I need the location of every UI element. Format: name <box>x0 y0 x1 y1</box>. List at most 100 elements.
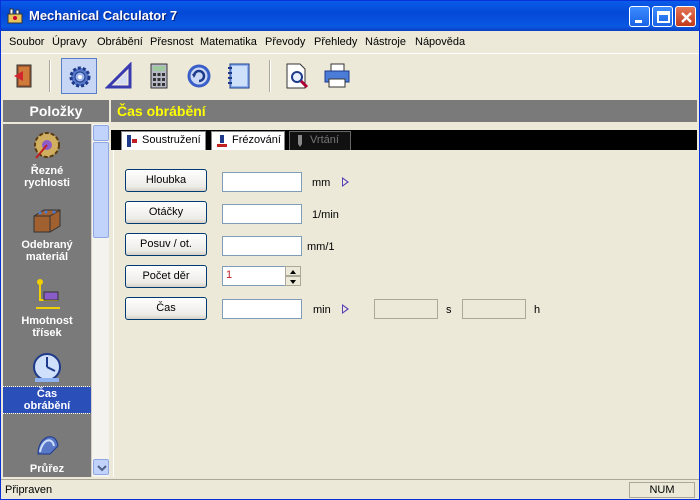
left-panel-scrollbar[interactable] <box>91 124 109 477</box>
pocet-der-spinner[interactable] <box>285 266 301 286</box>
scroll-down-button[interactable] <box>93 459 109 475</box>
tab-label: Frézování <box>232 134 281 146</box>
hloubka-field[interactable] <box>222 172 302 192</box>
print-preview-icon <box>286 63 309 89</box>
spin-down-button[interactable] <box>285 276 301 286</box>
pocet-der-field[interactable]: 1 <box>222 266 286 286</box>
toolbar <box>1 53 699 99</box>
tab-strip: Soustružení Frézování Vrtání <box>111 130 697 150</box>
left-item-label: třísek <box>32 327 62 339</box>
exit-icon <box>14 64 32 88</box>
chevron-down-icon <box>97 465 107 472</box>
main-window: Mechanical Calculator 7 Soubor Úpravy Ob… <box>0 0 700 500</box>
section-title: Čas obrábění <box>111 100 697 122</box>
status-bar: Připraven NUM <box>1 479 699 499</box>
calculator-icon <box>150 63 168 89</box>
cas-seconds-field <box>374 299 438 319</box>
left-item-rezne-rychlosti[interactable]: Řezné rychlosti <box>3 128 91 189</box>
title-bar[interactable]: Mechanical Calculator 7 <box>1 1 699 31</box>
posuv-field[interactable] <box>222 236 302 256</box>
exit-button[interactable] <box>7 58 43 94</box>
cas-unit-min: min <box>313 304 331 316</box>
spin-up-button[interactable] <box>285 266 301 276</box>
close-button[interactable] <box>675 6 696 27</box>
menu-upravy[interactable]: Úpravy <box>52 36 87 48</box>
triangle-icon <box>105 62 132 89</box>
minimize-button[interactable] <box>629 6 650 27</box>
left-item-cas-obrabeni[interactable]: Čas obrábění <box>3 350 91 414</box>
posuv-button[interactable]: Posuv / ot. <box>125 233 207 256</box>
close-icon <box>681 12 692 23</box>
menu-prevody[interactable]: Převody <box>265 36 305 48</box>
lathe-icon <box>127 135 137 147</box>
cas-hours-field <box>462 299 526 319</box>
cas-field[interactable] <box>222 299 302 319</box>
notebook-button[interactable] <box>221 58 257 94</box>
tab-frezovani[interactable]: Frézování <box>211 131 285 150</box>
left-item-label: Průřez <box>29 463 65 475</box>
scroll-thumb[interactable] <box>93 142 109 238</box>
menu-napoveda[interactable]: Nápověda <box>415 36 465 48</box>
drilling-icon <box>298 135 302 147</box>
left-item-label: materiál <box>25 251 69 263</box>
otacky-field[interactable] <box>222 204 302 224</box>
toolbar-separator <box>49 60 51 92</box>
left-panel: Řezné rychlosti Odebraný materiál Hmotnost… <box>3 124 91 477</box>
left-item-label: Odebraný <box>21 239 73 251</box>
hloubka-arrow-icon[interactable] <box>342 177 349 187</box>
notebook-icon <box>228 63 250 89</box>
settings-gear-icon <box>69 66 91 88</box>
hloubka-unit: mm <box>312 177 331 189</box>
hloubka-button[interactable]: Hloubka <box>125 169 207 192</box>
cas-unit-s: s <box>446 304 452 316</box>
milling-icon <box>217 135 227 147</box>
cas-button[interactable]: Čas <box>125 297 207 320</box>
printer-icon <box>324 63 350 88</box>
refresh-icon <box>187 64 211 88</box>
menu-nastroje[interactable]: Nástroje <box>365 36 406 48</box>
left-item-label: Čas <box>36 388 58 400</box>
posuv-unit: mm/1 <box>307 241 335 253</box>
menu-presnost[interactable]: Přesnost <box>150 36 193 48</box>
print-preview-button[interactable] <box>279 58 315 94</box>
removed-material-icon <box>33 209 61 233</box>
scroll-up-button[interactable] <box>93 125 109 141</box>
calculator-button[interactable] <box>141 58 177 94</box>
otacky-button[interactable]: Otáčky <box>125 201 207 224</box>
minimize-icon <box>635 20 642 23</box>
tab-vrtani[interactable]: Vrtání <box>289 131 351 150</box>
menu-obrabeni[interactable]: Obrábění <box>97 36 143 48</box>
tab-soustruzeni[interactable]: Soustružení <box>121 131 206 150</box>
pocet-der-button[interactable]: Počet děr <box>125 265 207 288</box>
cross-section-icon <box>37 436 59 455</box>
status-text: Připraven <box>5 484 53 496</box>
left-panel-header: Položky <box>3 100 109 122</box>
triangle-down-icon <box>290 280 296 284</box>
menu-bar: Soubor Úpravy Obrábění Přesnost Matemati… <box>1 32 699 52</box>
print-button[interactable] <box>319 58 355 94</box>
chip-weight-icon <box>36 279 60 309</box>
cas-unit-h: h <box>534 304 541 316</box>
tab-label: Soustružení <box>142 134 201 146</box>
otacky-unit: 1/min <box>312 209 339 221</box>
menu-prehledy[interactable]: Přehledy <box>314 36 357 48</box>
toolbar-separator <box>269 60 271 92</box>
triangle-up-icon <box>290 270 296 274</box>
maximize-icon <box>657 11 670 23</box>
machining-time-icon <box>33 353 61 382</box>
left-item-odebrany-material[interactable]: Odebraný materiál <box>3 202 91 263</box>
cas-arrow-icon[interactable] <box>342 304 349 314</box>
window-title: Mechanical Calculator 7 <box>29 8 178 23</box>
refresh-button[interactable] <box>181 58 217 94</box>
left-item-label: obrábění <box>23 400 71 412</box>
triangle-tool-button[interactable] <box>101 58 137 94</box>
menu-soubor[interactable]: Soubor <box>9 36 44 48</box>
settings-button[interactable] <box>61 58 97 94</box>
menu-matematika[interactable]: Matematika <box>200 36 257 48</box>
left-item-label: rychlosti <box>24 177 70 189</box>
left-item-hmotnost-trisek[interactable]: Hmotnost třísek <box>3 278 91 339</box>
left-item-prurez[interactable]: Průřez <box>3 426 91 475</box>
maximize-button[interactable] <box>652 6 673 27</box>
cutting-speed-icon <box>34 132 60 159</box>
left-item-label: Řezné <box>30 165 64 177</box>
